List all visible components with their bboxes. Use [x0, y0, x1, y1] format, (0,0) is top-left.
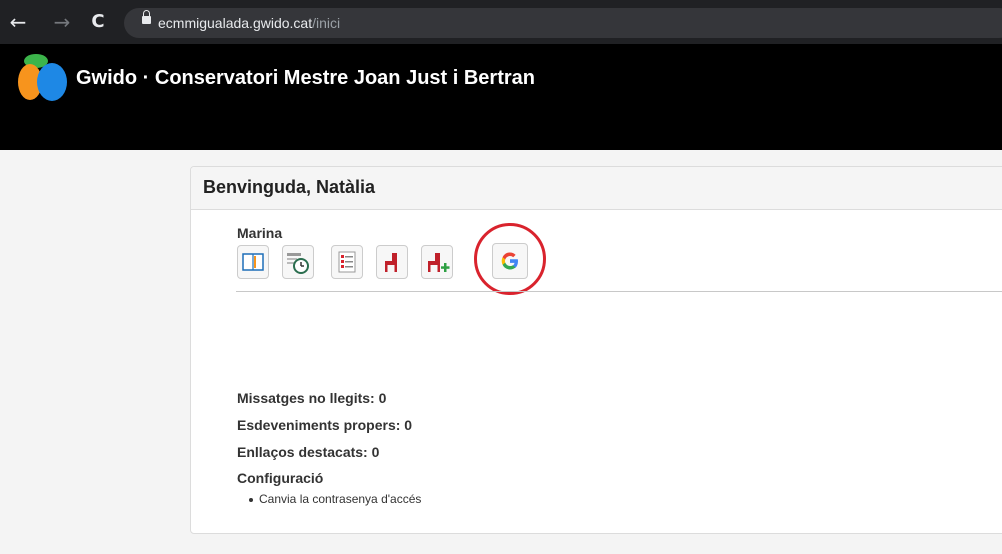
url-path: /inici: [312, 15, 341, 31]
forward-arrow-icon[interactable]: →: [50, 10, 74, 34]
url-domain: ecmmigualada.gwido.cat: [158, 15, 313, 31]
welcome-panel: Benvinguda, Natàlia Marina Missatges no …: [190, 166, 1002, 534]
browser-toolbar: ← → C ecmmigualada.gwido.cat/inici: [0, 0, 1002, 44]
gwido-logo-icon: [18, 54, 67, 101]
configuration-heading: Configuració: [237, 470, 324, 486]
chair-icon[interactable]: [376, 245, 408, 279]
highlight-circle: [474, 223, 546, 295]
app-header: Gwido · Conservatori Mestre Joan Just i …: [0, 44, 1002, 150]
panel-title: Benvinguda, Natàlia: [203, 177, 376, 197]
upcoming-events[interactable]: Esdeveniments propers: 0: [237, 417, 412, 433]
unread-messages[interactable]: Missatges no llegits: 0: [237, 390, 386, 406]
schedule-clock-icon[interactable]: [282, 245, 314, 279]
panel-header: Benvinguda, Natàlia: [191, 167, 1002, 210]
lock-icon: [142, 10, 151, 24]
add-chair-icon[interactable]: [421, 245, 453, 279]
address-bar[interactable]: ecmmigualada.gwido.cat/inici: [124, 8, 1002, 38]
change-password-link[interactable]: Canvia la contrasenya d'accés: [259, 492, 421, 506]
featured-links[interactable]: Enllaços destacats: 0: [237, 444, 379, 460]
app-title: Gwido · Conservatori Mestre Joan Just i …: [76, 67, 535, 89]
reload-icon[interactable]: C: [86, 10, 110, 34]
document-checklist-icon[interactable]: [331, 245, 363, 279]
divider: [236, 291, 1002, 292]
url-text[interactable]: ecmmigualada.gwido.cat/inici: [158, 14, 340, 32]
back-arrow-icon[interactable]: ←: [6, 10, 30, 34]
list-bullet: [249, 498, 253, 502]
book-icon[interactable]: [237, 245, 269, 279]
student-name: Marina: [237, 225, 283, 241]
